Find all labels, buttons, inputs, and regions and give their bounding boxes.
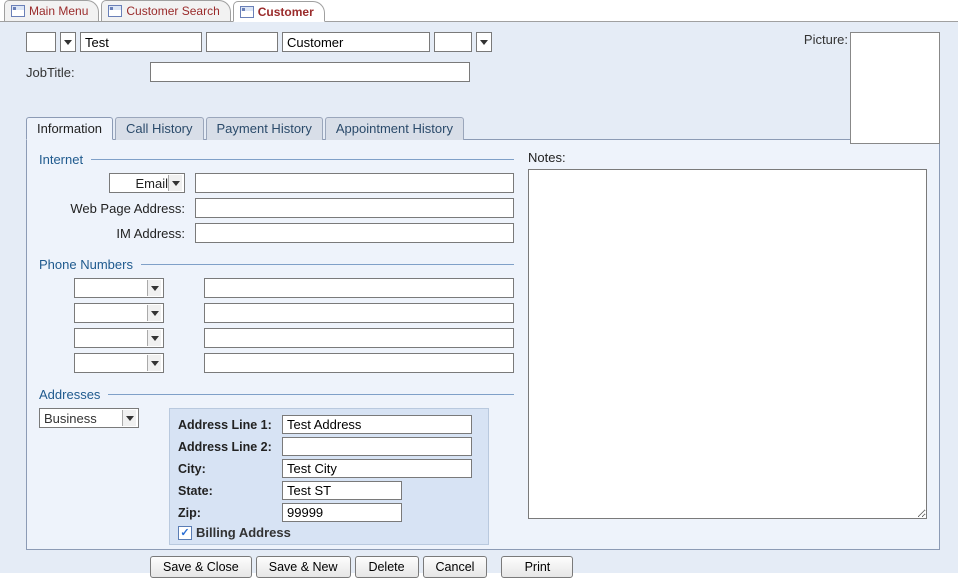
addr-city-input[interactable] bbox=[282, 459, 472, 478]
form-icon bbox=[108, 5, 122, 17]
chevron-down-icon bbox=[147, 305, 161, 321]
addr-line1-input[interactable] bbox=[282, 415, 472, 434]
tab-panel-information: Internet Email Web Page Address: bbox=[26, 140, 940, 550]
tab-appointment-history[interactable]: Appointment History bbox=[325, 117, 464, 140]
phone-type-dropdown-3[interactable] bbox=[74, 328, 164, 348]
phone-input-3[interactable] bbox=[204, 328, 514, 348]
group-internet: Internet bbox=[39, 152, 514, 167]
chevron-down-icon bbox=[122, 410, 136, 426]
doc-tab-customer[interactable]: Customer bbox=[233, 1, 325, 22]
middle-name-input[interactable] bbox=[206, 32, 278, 52]
doc-tab-label: Customer bbox=[258, 5, 314, 19]
doc-tab-customer-search[interactable]: Customer Search bbox=[101, 0, 230, 21]
address-box: Address Line 1: Address Line 2: City: bbox=[169, 408, 489, 545]
web-input[interactable] bbox=[195, 198, 514, 218]
doc-tab-label: Customer Search bbox=[126, 4, 219, 18]
addr-line2-label: Address Line 2: bbox=[178, 440, 278, 454]
notes-textarea[interactable] bbox=[528, 169, 927, 519]
chevron-down-icon bbox=[168, 175, 182, 191]
jobtitle-input[interactable] bbox=[150, 62, 470, 82]
email-input[interactable] bbox=[195, 173, 514, 193]
addr-zip-label: Zip: bbox=[178, 506, 278, 520]
form-icon bbox=[11, 5, 25, 17]
name-row bbox=[26, 32, 940, 52]
picture-box[interactable] bbox=[850, 32, 940, 144]
addr-line1-label: Address Line 1: bbox=[178, 418, 278, 432]
sub-tabs: Information Call History Payment History… bbox=[26, 116, 940, 140]
addr-city-label: City: bbox=[178, 462, 278, 476]
chevron-down-icon bbox=[147, 280, 161, 296]
footer-buttons: Save & Close Save & New Delete Cancel Pr… bbox=[150, 556, 940, 578]
notes-label: Notes: bbox=[528, 150, 927, 165]
addr-line2-input[interactable] bbox=[282, 437, 472, 456]
phone-input-1[interactable] bbox=[204, 278, 514, 298]
tab-payment-history[interactable]: Payment History bbox=[206, 117, 323, 140]
last-name-input[interactable] bbox=[282, 32, 430, 52]
billing-label: Billing Address bbox=[196, 525, 291, 540]
billing-checkbox[interactable]: ✓ bbox=[178, 526, 192, 540]
im-label: IM Address: bbox=[39, 226, 189, 241]
jobtitle-label: JobTitle: bbox=[26, 65, 146, 80]
picture-label: Picture: bbox=[804, 32, 848, 47]
first-name-input[interactable] bbox=[80, 32, 202, 52]
address-type-dropdown[interactable]: Business bbox=[39, 408, 139, 428]
chevron-down-icon bbox=[147, 330, 161, 346]
print-button[interactable]: Print bbox=[501, 556, 573, 578]
addr-state-label: State: bbox=[178, 484, 278, 498]
tab-call-history[interactable]: Call History bbox=[115, 117, 203, 140]
delete-button[interactable]: Delete bbox=[355, 556, 419, 578]
prefix-input[interactable] bbox=[26, 32, 56, 52]
form-area: Picture: JobTitle: Information Call Hist… bbox=[0, 22, 958, 573]
document-tabs: Main Menu Customer Search Customer bbox=[0, 0, 958, 22]
phone-input-4[interactable] bbox=[204, 353, 514, 373]
im-input[interactable] bbox=[195, 223, 514, 243]
email-type-dropdown[interactable]: Email bbox=[109, 173, 185, 193]
suffix-input[interactable] bbox=[434, 32, 472, 52]
addr-state-input[interactable] bbox=[282, 481, 402, 500]
doc-tab-label: Main Menu bbox=[29, 4, 88, 18]
form-icon bbox=[240, 6, 254, 18]
tab-information[interactable]: Information bbox=[26, 117, 113, 140]
web-label: Web Page Address: bbox=[39, 201, 189, 216]
save-close-button[interactable]: Save & Close bbox=[150, 556, 252, 578]
group-phone: Phone Numbers bbox=[39, 257, 514, 272]
prefix-dropdown-button[interactable] bbox=[60, 32, 76, 52]
doc-tab-main-menu[interactable]: Main Menu bbox=[4, 0, 99, 21]
addr-zip-input[interactable] bbox=[282, 503, 402, 522]
group-addresses: Addresses bbox=[39, 387, 514, 402]
phone-type-dropdown-1[interactable] bbox=[74, 278, 164, 298]
phone-type-dropdown-2[interactable] bbox=[74, 303, 164, 323]
cancel-button[interactable]: Cancel bbox=[423, 556, 488, 578]
phone-type-dropdown-4[interactable] bbox=[74, 353, 164, 373]
phone-input-2[interactable] bbox=[204, 303, 514, 323]
chevron-down-icon bbox=[147, 355, 161, 371]
suffix-dropdown-button[interactable] bbox=[476, 32, 492, 52]
save-new-button[interactable]: Save & New bbox=[256, 556, 351, 578]
